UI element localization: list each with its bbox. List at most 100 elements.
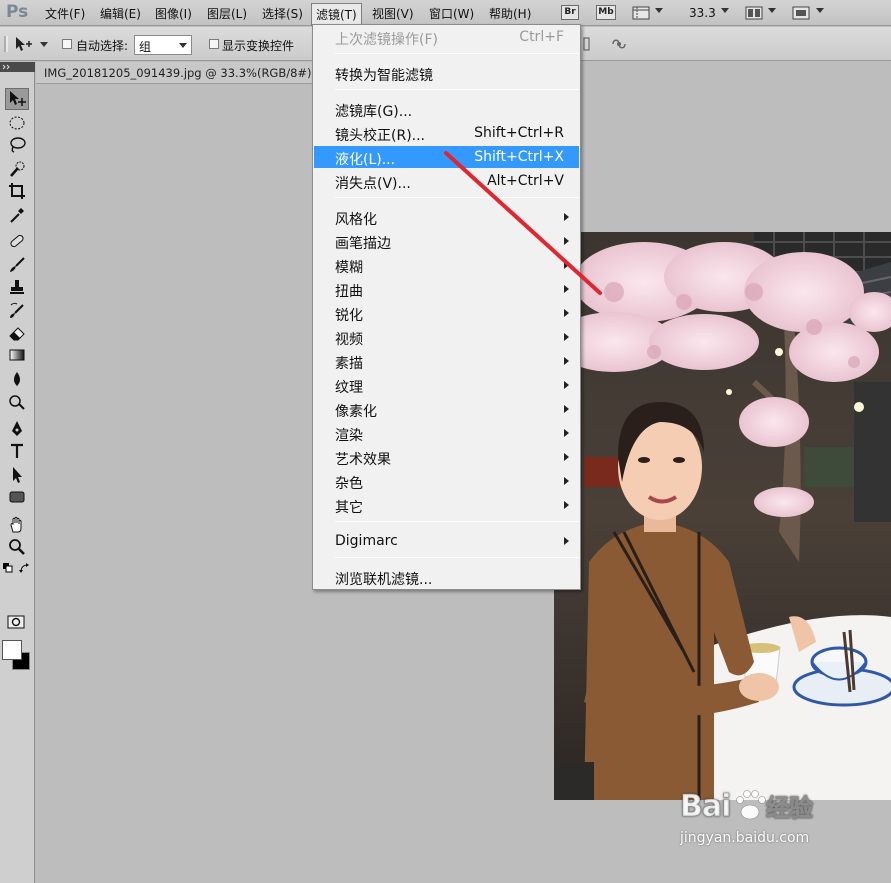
- path-selection-tool[interactable]: [5, 464, 29, 486]
- menu-item-shortcut: Shift+Ctrl+R: [474, 125, 564, 141]
- submenu-pixelate[interactable]: 像素化: [314, 398, 579, 420]
- submenu-other[interactable]: 其它: [314, 494, 579, 516]
- chevron-down-icon[interactable]: [655, 8, 663, 13]
- eraser-tool[interactable]: [5, 322, 29, 344]
- auto-select-checkbox[interactable]: [62, 39, 72, 49]
- align-icon[interactable]: [583, 36, 591, 52]
- eyedropper-icon: [10, 208, 24, 223]
- submenu-video[interactable]: 视频: [314, 326, 579, 348]
- menu-item-label: 杂色: [335, 476, 363, 492]
- chevron-down-icon[interactable]: [721, 8, 729, 13]
- menu-item-liquify[interactable]: 液化(L)... Shift+Ctrl+X: [314, 146, 579, 168]
- quick-selection-tool[interactable]: [5, 158, 29, 180]
- chevron-down-icon[interactable]: [40, 42, 48, 47]
- menu-file[interactable]: 文件(F): [45, 5, 85, 22]
- watermark-url: jingyan.baidu.com: [680, 830, 810, 846]
- submenu-arrow-icon: [564, 285, 569, 293]
- menu-item-lens-correction[interactable]: 镜头校正(R)... Shift+Ctrl+R: [314, 122, 579, 144]
- submenu-texture[interactable]: 纹理: [314, 374, 579, 396]
- zoom-tool[interactable]: [5, 536, 29, 558]
- hand-tool[interactable]: [5, 514, 29, 536]
- move-tool-preset-icon[interactable]: [14, 36, 36, 52]
- shape-tool[interactable]: [5, 486, 29, 508]
- dodge-tool[interactable]: [5, 390, 29, 412]
- screen-mode-icon[interactable]: [792, 6, 810, 20]
- history-brush-tool[interactable]: [5, 300, 29, 322]
- chevron-down-icon[interactable]: [816, 8, 824, 13]
- tools-panel: [0, 62, 35, 883]
- document-tab[interactable]: IMG_20181205_091439.jpg @ 33.3%(RGB/8#) …: [36, 62, 321, 84]
- menu-item-label: Digimarc: [335, 533, 398, 549]
- grip-icon: [4, 36, 8, 52]
- menu-window[interactable]: 窗口(W): [429, 5, 474, 22]
- menu-item-browse-online-filters[interactable]: 浏览联机滤镜...: [314, 566, 579, 588]
- history-brush-icon: [10, 302, 24, 318]
- lasso-tool[interactable]: [5, 134, 29, 156]
- submenu-arrow-icon: [564, 405, 569, 413]
- swap-colors-icon[interactable]: [19, 563, 30, 574]
- move-tool-icon: [10, 91, 26, 106]
- submenu-arrow-icon: [564, 237, 569, 245]
- menu-item-filter-gallery[interactable]: 滤镜库(G)...: [314, 98, 579, 120]
- menu-select[interactable]: 选择(S): [262, 5, 303, 22]
- brush-tool[interactable]: [5, 254, 29, 276]
- menu-edit[interactable]: 编辑(E): [100, 5, 141, 22]
- submenu-blur[interactable]: 模糊: [314, 254, 579, 276]
- menu-item-shortcut: Ctrl+F: [519, 29, 564, 45]
- auto-align-layers-icon[interactable]: [610, 36, 628, 52]
- submenu-arrow-icon: [564, 477, 569, 485]
- bridge-button[interactable]: Br: [561, 5, 579, 20]
- show-transform-checkbox[interactable]: [209, 39, 219, 49]
- auto-select-label: 自动选择:: [76, 39, 129, 53]
- pen-tool[interactable]: [5, 418, 29, 440]
- menu-item-label: 锐化: [335, 308, 363, 324]
- move-tool[interactable]: [5, 88, 29, 110]
- marquee-tool[interactable]: [5, 112, 29, 134]
- baidu-jingyan-watermark: Bai 经验 jingyan.baidu.com: [680, 784, 840, 846]
- arrange-documents-icon[interactable]: [745, 6, 763, 20]
- quick-mask-icon[interactable]: [7, 615, 25, 629]
- type-tool[interactable]: [5, 440, 29, 462]
- submenu-brush-strokes[interactable]: 画笔描边: [314, 230, 579, 252]
- submenu-sharpen[interactable]: 锐化: [314, 302, 579, 324]
- submenu-artistic[interactable]: 艺术效果: [314, 446, 579, 468]
- chevron-down-icon[interactable]: [768, 8, 776, 13]
- tools-panel-header[interactable]: [0, 62, 35, 72]
- submenu-render[interactable]: 渲染: [314, 422, 579, 444]
- crop-tool[interactable]: [5, 180, 29, 202]
- clone-stamp-tool[interactable]: [5, 276, 29, 298]
- collapse-icon[interactable]: [2, 64, 12, 70]
- menu-help[interactable]: 帮助(H): [489, 5, 531, 22]
- submenu-digimarc[interactable]: Digimarc: [314, 530, 579, 552]
- mini-bridge-button[interactable]: Mb: [596, 5, 616, 20]
- healing-brush-tool[interactable]: [5, 230, 29, 252]
- gradient-icon: [9, 349, 25, 361]
- menu-filter[interactable]: 滤镜(T): [311, 3, 362, 26]
- auto-select-target-dropdown[interactable]: 组: [134, 35, 192, 55]
- canvas-photo[interactable]: [554, 232, 891, 800]
- filter-menu-dropdown: 上次滤镜操作(F) Ctrl+F 转换为智能滤镜 滤镜库(G)... 镜头校正(…: [312, 24, 581, 590]
- gradient-tool[interactable]: [5, 344, 29, 366]
- menu-image[interactable]: 图像(I): [155, 5, 192, 22]
- zoom-level[interactable]: 33.3: [689, 6, 716, 20]
- menu-item-label: 液化(L)...: [335, 152, 396, 168]
- menu-item-convert-smart-filters[interactable]: 转换为智能滤镜: [314, 62, 579, 84]
- foreground-color-swatch[interactable]: [2, 640, 22, 660]
- blur-tool[interactable]: [5, 368, 29, 390]
- photoshop-logo: Ps: [6, 2, 29, 22]
- portrait-photo-image: [554, 232, 891, 800]
- menu-item-label: 浏览联机滤镜...: [335, 572, 433, 588]
- eyedropper-tool[interactable]: [5, 204, 29, 226]
- default-colors-icon[interactable]: [3, 563, 13, 573]
- menu-view[interactable]: 视图(V): [372, 5, 414, 22]
- submenu-sketch[interactable]: 素描: [314, 350, 579, 372]
- menu-item-label: 纹理: [335, 380, 363, 396]
- extras-icon[interactable]: [632, 6, 650, 20]
- submenu-distort[interactable]: 扭曲: [314, 278, 579, 300]
- watermark-logo: Bai 经验: [680, 784, 840, 832]
- submenu-noise[interactable]: 杂色: [314, 470, 579, 492]
- submenu-stylize[interactable]: 风格化: [314, 206, 579, 228]
- menu-layer[interactable]: 图层(L): [207, 5, 247, 22]
- stamp-icon: [10, 280, 24, 294]
- menu-item-vanishing-point[interactable]: 消失点(V)... Alt+Ctrl+V: [314, 170, 579, 192]
